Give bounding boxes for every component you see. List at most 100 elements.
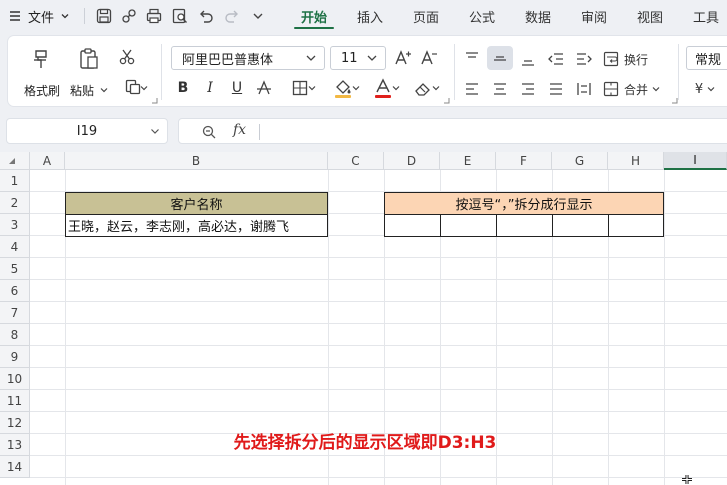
tab-insert[interactable]: 插入: [348, 0, 392, 32]
cell-e3[interactable]: [440, 214, 497, 237]
align-middle-icon: [494, 56, 506, 61]
cell-d3[interactable]: [384, 214, 441, 237]
col-header-b[interactable]: B: [65, 152, 328, 170]
row-header-2[interactable]: 2: [0, 192, 30, 214]
tab-formulas-label: 公式: [468, 10, 495, 26]
col-header-i[interactable]: I: [664, 152, 727, 170]
name-box[interactable]: I19: [6, 118, 168, 144]
row-header-3[interactable]: 3: [0, 214, 30, 236]
share-icon[interactable]: [119, 6, 139, 26]
dialog-launcher-icon[interactable]: [150, 96, 158, 104]
cell-b2[interactable]: 客户名称: [65, 192, 328, 215]
increase-indent-button[interactable]: [572, 48, 596, 70]
align-left-button[interactable]: [460, 78, 484, 100]
align-center-button[interactable]: [488, 78, 512, 100]
row-header-13[interactable]: 13: [0, 434, 30, 456]
align-right-icon: [522, 83, 534, 95]
cell-h3[interactable]: [608, 214, 664, 237]
borders-icon: [292, 80, 308, 96]
distributed-align-button[interactable]: [572, 78, 596, 100]
col-header-label: H: [630, 153, 641, 168]
align-top-button[interactable]: [460, 48, 484, 70]
fill-color-button[interactable]: [326, 76, 360, 100]
tab-data[interactable]: 数据: [516, 0, 560, 32]
ribbon-panel: 格式刷 粘贴 阿里巴巴普惠体 11 B I U 换行 合并 常规 ¥: [8, 36, 727, 106]
tab-home[interactable]: 开始: [292, 0, 336, 32]
chevron-down-icon: [100, 88, 108, 93]
format-painter-button[interactable]: 格式刷: [22, 42, 62, 106]
dialog-launcher-icon[interactable]: [442, 96, 450, 104]
tab-formulas[interactable]: 公式: [460, 0, 504, 32]
row-header-5[interactable]: 5: [0, 258, 30, 280]
row-header-10[interactable]: 10: [0, 368, 30, 390]
cut-button[interactable]: [116, 46, 138, 68]
italic-button[interactable]: I: [199, 76, 221, 100]
save-icon[interactable]: [94, 6, 114, 26]
font-color-button[interactable]: [366, 76, 400, 100]
decrease-indent-button[interactable]: [544, 48, 568, 70]
wrap-text-button[interactable]: 换行: [602, 48, 662, 70]
row-header-1[interactable]: 1: [0, 170, 30, 192]
cell-b3[interactable]: 王晓，赵云，李志刚，高必达，谢腾飞: [65, 214, 328, 237]
align-bottom-button[interactable]: [516, 48, 540, 70]
row-header-4[interactable]: 4: [0, 236, 30, 258]
dialog-launcher-icon[interactable]: [670, 96, 678, 104]
tab-tools[interactable]: 工具: [684, 0, 727, 32]
cell-d2-merged[interactable]: 按逗号“，”拆分成行显示: [384, 192, 664, 215]
font-name-select[interactable]: 阿里巴巴普惠体: [171, 46, 325, 70]
row-header-6[interactable]: 6: [0, 280, 30, 302]
print-preview-icon[interactable]: [170, 6, 190, 26]
zoom-icon[interactable]: [201, 124, 217, 140]
col-header-h[interactable]: H: [608, 152, 664, 170]
bold-button[interactable]: B: [172, 76, 194, 100]
copy-button[interactable]: [116, 76, 150, 98]
clear-format-button[interactable]: [406, 76, 440, 100]
row-header-14[interactable]: 14: [0, 456, 30, 478]
col-header-e[interactable]: E: [440, 152, 496, 170]
align-right-button[interactable]: [516, 78, 540, 100]
decrease-font-size-button[interactable]: [418, 46, 440, 70]
tab-view[interactable]: 视图: [628, 0, 672, 32]
font-size-select[interactable]: 11: [330, 46, 386, 70]
tab-review[interactable]: 审阅: [572, 0, 616, 32]
more-icon[interactable]: [248, 6, 268, 26]
col-header-d[interactable]: D: [384, 152, 440, 170]
merge-cells-button[interactable]: 合并: [602, 78, 670, 100]
borders-button[interactable]: [284, 76, 316, 100]
row-header-7[interactable]: 7: [0, 302, 30, 324]
select-all-corner[interactable]: [0, 152, 30, 170]
cell-g3[interactable]: [552, 214, 609, 237]
spreadsheet-grid[interactable]: A B C D E F G H I 1 2 3 4 5 6 7 8 9 10 1…: [0, 152, 727, 485]
cell-f3[interactable]: [496, 214, 553, 237]
tab-page[interactable]: 页面: [404, 0, 448, 32]
col-header-a[interactable]: A: [30, 152, 65, 170]
strikethrough-button[interactable]: [253, 76, 275, 100]
paste-button[interactable]: 粘贴: [70, 42, 108, 106]
tab-review-label: 审阅: [580, 10, 607, 26]
col-header-label: I: [693, 153, 697, 167]
col-header-f[interactable]: F: [496, 152, 552, 170]
col-header-g[interactable]: G: [552, 152, 608, 170]
row-header-8[interactable]: 8: [0, 324, 30, 346]
row-header-12[interactable]: 12: [0, 412, 30, 434]
undo-icon[interactable]: [196, 6, 216, 26]
chevron-down-icon: [308, 86, 316, 91]
row-header-9[interactable]: 9: [0, 346, 30, 368]
merge-cells-icon: [603, 81, 619, 97]
row-header-label: 9: [10, 349, 19, 364]
align-middle-button[interactable]: [488, 48, 512, 70]
increase-font-size-button[interactable]: [392, 46, 414, 70]
col-header-label: G: [574, 153, 585, 168]
print-icon[interactable]: [144, 6, 164, 26]
row-header-label: 4: [10, 239, 19, 254]
justify-button[interactable]: [544, 78, 568, 100]
file-menu[interactable]: 文件: [8, 0, 70, 32]
font-grow-icon: [395, 50, 411, 65]
row-header-11[interactable]: 11: [0, 390, 30, 412]
currency-format-button[interactable]: ¥: [690, 78, 720, 100]
chevron-down-icon: [151, 129, 159, 134]
underline-button[interactable]: U: [226, 76, 248, 100]
col-header-c[interactable]: C: [328, 152, 384, 170]
fx-icon[interactable]: fx: [233, 122, 246, 138]
number-format-select[interactable]: 常规: [686, 46, 727, 70]
